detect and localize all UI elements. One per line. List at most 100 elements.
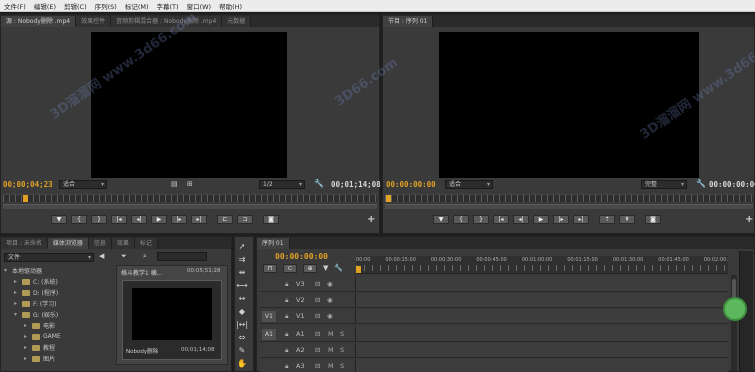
timeline-marker-icon[interactable]: ▼ <box>323 264 328 273</box>
menu-edit[interactable]: 编辑(E) <box>30 1 60 11</box>
go-to-out-icon[interactable]: ▸| <box>573 215 589 224</box>
extract-icon[interactable]: ⇞ <box>619 215 635 224</box>
program-resolution-dropdown[interactable]: 完整 <box>641 180 687 189</box>
clip-thumbnail[interactable]: Nobody删除 00;01;14;08 <box>122 280 222 360</box>
lock-icon[interactable]: 🔒︎ <box>285 362 288 371</box>
tab-sequence[interactable]: 序列 01 <box>257 238 290 249</box>
ripple-edit-tool-icon[interactable]: ⇹ <box>235 266 249 279</box>
lock-icon[interactable]: 🔒︎ <box>285 330 288 339</box>
export-frame-icon[interactable]: ◙ <box>263 215 279 224</box>
play-icon[interactable]: ▶ <box>533 215 549 224</box>
menu-marker[interactable]: 标记(M) <box>121 1 153 11</box>
timeline-scrollbar[interactable] <box>731 275 737 371</box>
drag-video-icon[interactable]: ⊞ <box>187 180 193 188</box>
lock-icon[interactable]: 🔒︎ <box>285 346 288 355</box>
tree-root[interactable]: ▾ 本地驱动器 <box>4 265 114 276</box>
linked-selection-icon[interactable]: ⊂ <box>283 264 297 273</box>
search-icon[interactable]: ⌕ <box>143 252 147 261</box>
source-patch-a1[interactable]: A1 <box>262 329 276 340</box>
source-resolution-dropdown[interactable]: 1/2 <box>259 180 305 189</box>
source-fit-dropdown[interactable]: 适合 <box>59 180 107 189</box>
overwrite-icon[interactable]: ⊐ <box>237 215 253 224</box>
tab-source[interactable]: 源 : Nobody删除 .mp4 <box>1 16 77 27</box>
tab-effect-controls[interactable]: 效果控件 <box>76 16 112 27</box>
out-point-icon[interactable]: } <box>473 215 489 224</box>
tree-drive-f[interactable]: ▸ F: (学习) <box>4 298 114 309</box>
tab-audio-clip-mixer[interactable]: 音频剪辑混合器 : Nobody删除 .mp4 <box>111 16 223 27</box>
step-forward-icon[interactable]: |▸ <box>171 215 187 224</box>
program-zoom-bar[interactable] <box>385 204 753 209</box>
tab-info[interactable]: 信息 <box>88 238 112 249</box>
marker-icon[interactable]: ▼ <box>51 215 67 224</box>
settings-wrench-icon[interactable]: 🔧 <box>314 179 324 188</box>
program-time-ruler[interactable] <box>385 194 753 202</box>
sync-lock-icon[interactable]: ⊟ <box>315 346 320 354</box>
source-time-ruler[interactable] <box>3 194 377 202</box>
program-fit-dropdown[interactable]: 适合 <box>445 180 493 189</box>
sync-lock-icon[interactable]: ⊟ <box>315 330 320 338</box>
menu-window[interactable]: 窗口(W) <box>183 1 216 11</box>
sync-lock-icon[interactable]: ⊟ <box>315 362 320 370</box>
timeline-ruler[interactable]: 00:00 00:00:15:00 00:00:30:00 00:00:45:0… <box>356 256 728 274</box>
go-to-in-icon[interactable]: |◂ <box>493 215 509 224</box>
tab-markers[interactable]: 标记 <box>134 238 158 249</box>
tab-effects[interactable]: 效果 <box>111 238 135 249</box>
add-button-icon[interactable]: + <box>367 214 375 225</box>
program-video-display[interactable] <box>439 32 699 178</box>
marker-icon[interactable]: ▼ <box>433 215 449 224</box>
search-input[interactable] <box>157 252 207 261</box>
out-point-icon[interactable]: } <box>91 215 107 224</box>
eye-icon[interactable]: ◉ <box>327 280 333 288</box>
tab-metadata[interactable]: 元数据 <box>222 16 252 27</box>
step-back-icon[interactable]: ◂| <box>131 215 147 224</box>
tab-project[interactable]: 项目 : 未命名 <box>1 238 48 249</box>
menu-title[interactable]: 字幕(T) <box>153 1 183 11</box>
source-patch-v1[interactable]: V1 <box>262 311 276 322</box>
rate-stretch-tool-icon[interactable]: ↔ <box>235 292 249 305</box>
back-arrow-icon[interactable]: ◀ <box>99 252 104 260</box>
export-frame-icon[interactable]: ◙ <box>645 215 661 224</box>
in-point-icon[interactable]: { <box>71 215 87 224</box>
insert-icon[interactable]: ⊏ <box>217 215 233 224</box>
hand-tool-icon[interactable]: ✋ <box>235 357 249 370</box>
sync-lock-icon[interactable]: ⊟ <box>315 312 320 320</box>
tree-drive-c[interactable]: ▸ C: (系统) <box>4 276 114 287</box>
tree-drive-g[interactable]: ▾ G: (娱乐) <box>4 309 114 320</box>
eye-icon[interactable]: ◉ <box>327 296 333 304</box>
menu-file[interactable]: 文件(F) <box>0 1 30 11</box>
source-zoom-bar[interactable] <box>3 204 377 209</box>
sync-lock-icon[interactable]: ⊟ <box>315 296 320 304</box>
tree-folder-movies[interactable]: ▸ 电影 <box>4 320 114 331</box>
add-marker-icon[interactable]: ⊕ <box>303 264 317 273</box>
tree-folder-tutorials[interactable]: ▸ 教程 <box>4 342 114 353</box>
track-select-tool-icon[interactable]: ⇉ <box>235 253 249 266</box>
add-button-icon[interactable]: + <box>745 214 753 225</box>
filter-icon[interactable]: ⏷ <box>121 252 127 261</box>
play-icon[interactable]: ▶ <box>151 215 167 224</box>
selection-tool-icon[interactable]: ➚ <box>235 240 249 253</box>
source-video-display[interactable] <box>91 32 287 178</box>
tree-folder-game[interactable]: ▸ GAME <box>4 331 114 342</box>
menu-clip[interactable]: 剪辑(C) <box>60 1 91 11</box>
rolling-edit-tool-icon[interactable]: ⟷ <box>235 279 249 292</box>
pen-tool-icon[interactable]: ✎ <box>235 344 249 357</box>
step-forward-icon[interactable]: |▸ <box>553 215 569 224</box>
tree-folder-pictures[interactable]: ▸ 图片 <box>4 353 114 364</box>
mute-button[interactable]: M <box>328 346 334 354</box>
solo-button[interactable]: S <box>340 330 344 338</box>
in-point-icon[interactable]: { <box>453 215 469 224</box>
mute-button[interactable]: M <box>328 330 334 338</box>
timeline-settings-icon[interactable]: 🔧 <box>334 264 343 273</box>
solo-button[interactable]: S <box>340 346 344 354</box>
timeline-timecode[interactable]: 00:00:00:00 <box>275 252 328 261</box>
menu-help[interactable]: 帮助(H) <box>215 1 246 11</box>
source-timecode-in[interactable]: 00;00;04;23 <box>3 180 53 189</box>
timeline-playhead[interactable] <box>356 266 361 273</box>
lift-icon[interactable]: ⇡ <box>599 215 615 224</box>
safe-margins-icon[interactable]: ▤ <box>171 180 178 188</box>
slip-tool-icon[interactable]: |↔| <box>235 318 249 331</box>
snap-icon[interactable]: ⊓ <box>263 264 277 273</box>
step-back-icon[interactable]: ◂| <box>513 215 529 224</box>
program-playhead[interactable] <box>386 195 391 202</box>
eye-icon[interactable]: ◉ <box>327 312 333 320</box>
